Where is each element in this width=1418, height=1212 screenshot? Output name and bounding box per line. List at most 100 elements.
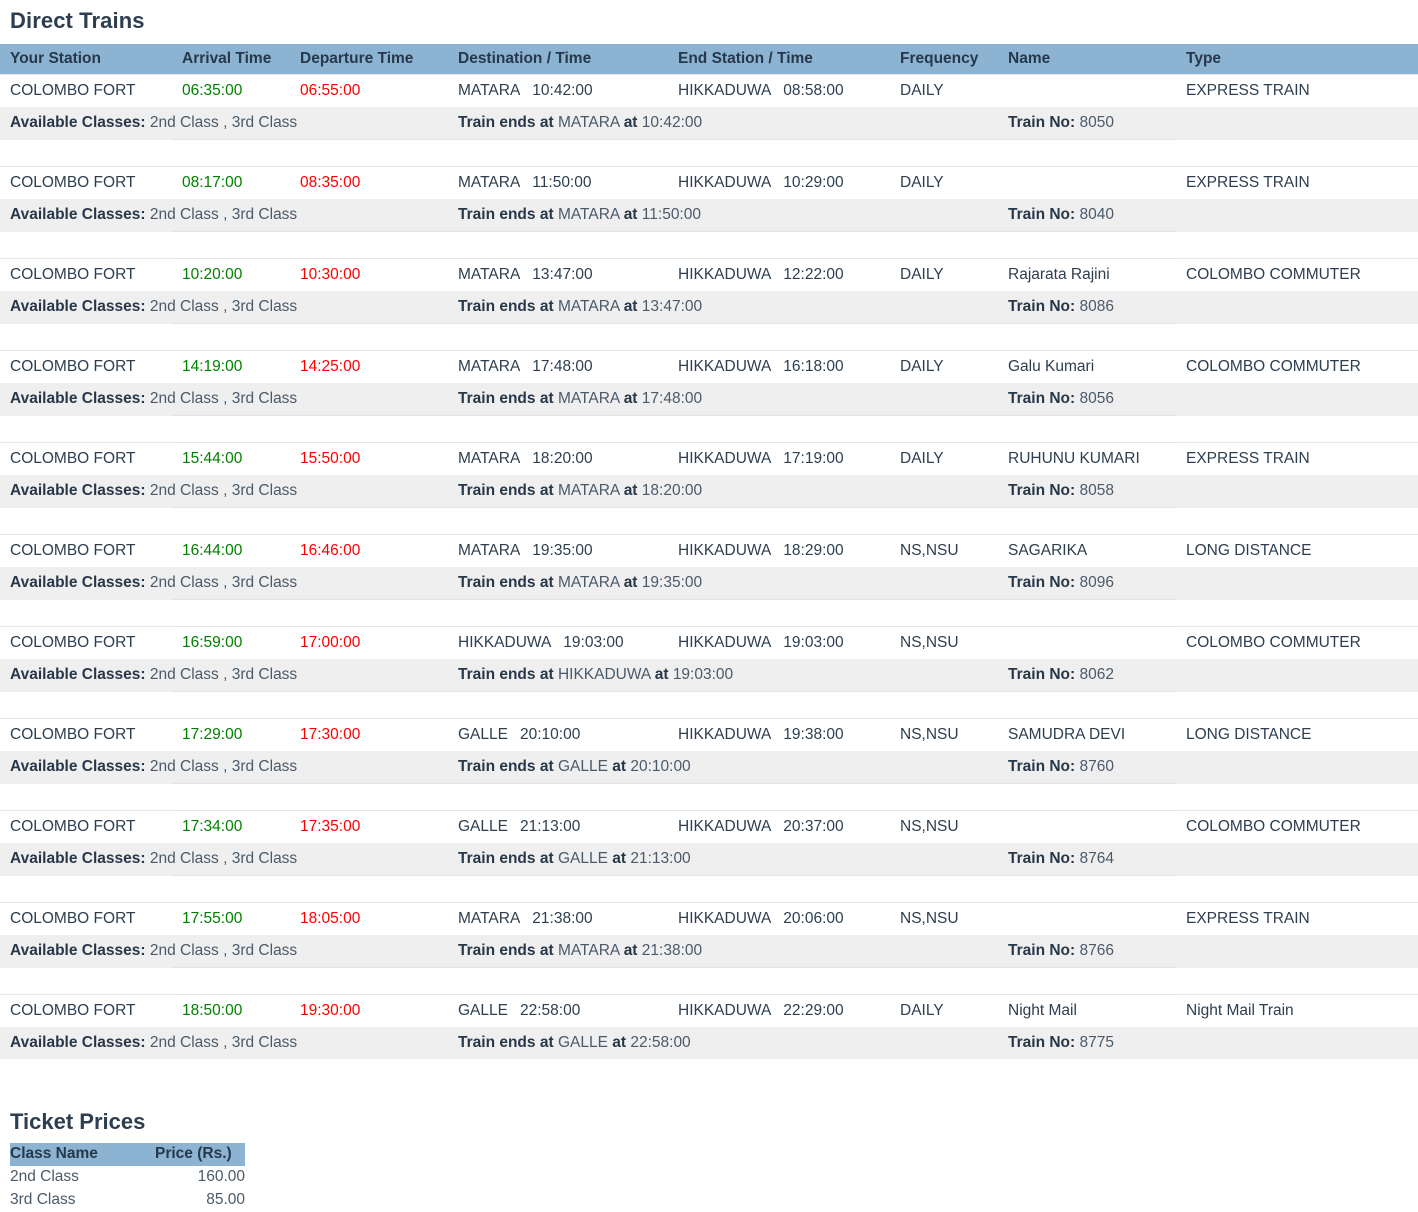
column-header-type[interactable]: Type [1176, 44, 1418, 75]
arrival-time-value: 08:17:00 [182, 174, 243, 191]
column-header-arrival-time[interactable]: Arrival Time [172, 44, 290, 75]
train-ends-at-label: at [623, 114, 638, 131]
end-station: HIKKADUWA [678, 450, 772, 467]
cell-arrival-time: 18:50:00 [172, 994, 290, 1027]
cell-arrival-time: 06:35:00 [172, 74, 290, 107]
cell-train-type: COLOMBO COMMUTER [1176, 350, 1418, 383]
cell-end-station: HIKKADUWA 17:19:00 [668, 442, 890, 475]
departure-time-value: 17:35:00 [300, 818, 361, 835]
spacer-edge [1176, 507, 1418, 535]
table-row-detail: Available Classes: 2nd Class , 3rd Class… [0, 107, 1418, 140]
cell-departure-time: 06:55:00 [290, 74, 448, 107]
column-header-departure-time[interactable]: Departure Time [290, 44, 448, 75]
cell-train-type: EXPRESS TRAIN [1176, 442, 1418, 475]
cell-available-classes: Available Classes: 2nd Class , 3rd Class [0, 751, 448, 784]
cell-train-name [998, 902, 1176, 935]
train-ends-label: Train ends at [458, 1034, 554, 1051]
table-row[interactable]: COLOMBO FORT 17:29:00 17:30:00 GALLE 20:10:0… [0, 718, 1418, 751]
end-time: 12:22:00 [783, 266, 844, 283]
available-classes-value: 2nd Class , 3rd Class [149, 206, 298, 223]
cell-destination: MATARA 17:48:00 [448, 350, 668, 383]
column-header-end-station-time[interactable]: End Station / Time [668, 44, 890, 75]
group-spacer [0, 415, 1418, 443]
cell-train-no: Train No: 8760 [998, 751, 1418, 784]
table-row[interactable]: COLOMBO FORT 10:20:00 10:30:00 MATARA 13:47:… [0, 258, 1418, 291]
end-time: 08:58:00 [783, 82, 844, 99]
train-ends-at-label: at [623, 574, 638, 591]
table-row[interactable]: COLOMBO FORT 16:59:00 17:00:00 HIKKADUWA 19:… [0, 626, 1418, 659]
column-header-name[interactable]: Name [998, 44, 1176, 75]
spacer-line [172, 415, 1176, 443]
page-title: Direct Trains [10, 8, 145, 33]
cell-train-type: EXPRESS TRAIN [1176, 74, 1418, 107]
train-no-value: 8760 [1079, 758, 1114, 775]
arrival-time-value: 17:34:00 [182, 818, 243, 835]
group-spacer [0, 875, 1418, 903]
cell-train-name [998, 626, 1176, 659]
table-row[interactable]: COLOMBO FORT 08:17:00 08:35:00 MATARA 11:50:… [0, 166, 1418, 199]
spacer-edge [0, 875, 172, 903]
cell-train-ends: Train ends at MATARA at 17:48:00 [448, 383, 998, 416]
cell-your-station: COLOMBO FORT [0, 534, 172, 567]
cell-arrival-time: 15:44:00 [172, 442, 290, 475]
train-ends-station: MATARA [557, 114, 620, 131]
table-row[interactable]: COLOMBO FORT 15:44:00 15:50:00 MATARA 18:20:… [0, 442, 1418, 475]
table-header: Your Station Arrival Time Departure Time… [0, 44, 1418, 75]
departure-time-value: 08:35:00 [300, 174, 361, 191]
table-row[interactable]: COLOMBO FORT 06:35:00 06:55:00 MATARA 10:42:… [0, 74, 1418, 107]
cell-train-name: Galu Kumari [998, 350, 1176, 383]
cell-destination: MATARA 11:50:00 [448, 166, 668, 199]
train-ends-time: 11:50:00 [641, 206, 701, 223]
train-ends-station: MATARA [557, 574, 620, 591]
cell-train-no: Train No: 8058 [998, 475, 1418, 508]
column-header-frequency[interactable]: Frequency [890, 44, 998, 75]
departure-time-value: 19:30:00 [300, 1002, 361, 1019]
column-header-destination-time[interactable]: Destination / Time [448, 44, 668, 75]
cell-destination: MATARA 10:42:00 [448, 74, 668, 107]
destination-time: 21:13:00 [519, 818, 581, 835]
cell-destination: MATARA 21:38:00 [448, 902, 668, 935]
cell-end-station: HIKKADUWA 19:38:00 [668, 718, 890, 751]
spacer-edge [1176, 967, 1418, 995]
cell-train-type: EXPRESS TRAIN [1176, 166, 1418, 199]
table-row-detail: Available Classes: 2nd Class , 3rd Class… [0, 935, 1418, 968]
destination-time: 19:35:00 [532, 542, 593, 559]
cell-train-name: SAMUDRA DEVI [998, 718, 1176, 751]
direct-trains-table: Your Station Arrival Time Departure Time… [0, 44, 1418, 1059]
train-ends-time: 20:10:00 [630, 758, 691, 775]
train-ends-station: GALLE [557, 850, 608, 867]
end-station: HIKKADUWA [678, 266, 772, 283]
ticket-prices-section: Ticket Prices Class Name Price (Rs.) 2nd… [0, 1109, 1418, 1212]
column-header-your-station[interactable]: Your Station [0, 44, 172, 75]
table-row[interactable]: COLOMBO FORT 17:34:00 17:35:00 GALLE 21:13:0… [0, 810, 1418, 843]
train-no-value: 8086 [1079, 298, 1114, 315]
column-header-price: Price (Rs.) [145, 1143, 245, 1166]
table-row[interactable]: COLOMBO FORT 18:50:00 19:30:00 GALLE 22:58:0… [0, 994, 1418, 1027]
available-classes-label: Available Classes: [10, 850, 146, 867]
cell-frequency: NS,NSU [890, 626, 998, 659]
train-no-value: 8040 [1079, 206, 1114, 223]
table-row[interactable]: COLOMBO FORT 16:44:00 16:46:00 MATARA 19:35:… [0, 534, 1418, 567]
prices-header-row: Class Name Price (Rs.) [10, 1143, 245, 1166]
ticket-prices-title: Ticket Prices [10, 1109, 146, 1134]
group-spacer [0, 231, 1418, 259]
cell-train-no: Train No: 8040 [998, 199, 1418, 232]
end-time: 20:37:00 [783, 818, 844, 835]
ticket-prices-table: Class Name Price (Rs.) 2nd Class 160.00 3r… [10, 1143, 245, 1212]
table-row[interactable]: COLOMBO FORT 17:55:00 18:05:00 MATARA 21:38:… [0, 902, 1418, 935]
destination-station: MATARA [458, 82, 521, 99]
cell-train-ends: Train ends at GALLE at 22:58:00 [448, 1027, 998, 1059]
train-ends-label: Train ends at [458, 482, 554, 499]
train-no-label: Train No: [1008, 298, 1076, 315]
table-row[interactable]: COLOMBO FORT 14:19:00 14:25:00 MATARA 17:48:… [0, 350, 1418, 383]
cell-train-ends: Train ends at MATARA at 13:47:00 [448, 291, 998, 324]
end-station: HIKKADUWA [678, 358, 772, 375]
train-ends-at-label: at [612, 850, 627, 867]
end-time: 20:06:00 [783, 910, 844, 927]
group-spacer [0, 967, 1418, 995]
train-no-value: 8764 [1079, 850, 1114, 867]
spacer-edge [0, 231, 172, 259]
arrival-time-value: 10:20:00 [182, 266, 243, 283]
price-value: 160.00 [197, 1168, 245, 1185]
available-classes-label: Available Classes: [10, 1034, 146, 1051]
